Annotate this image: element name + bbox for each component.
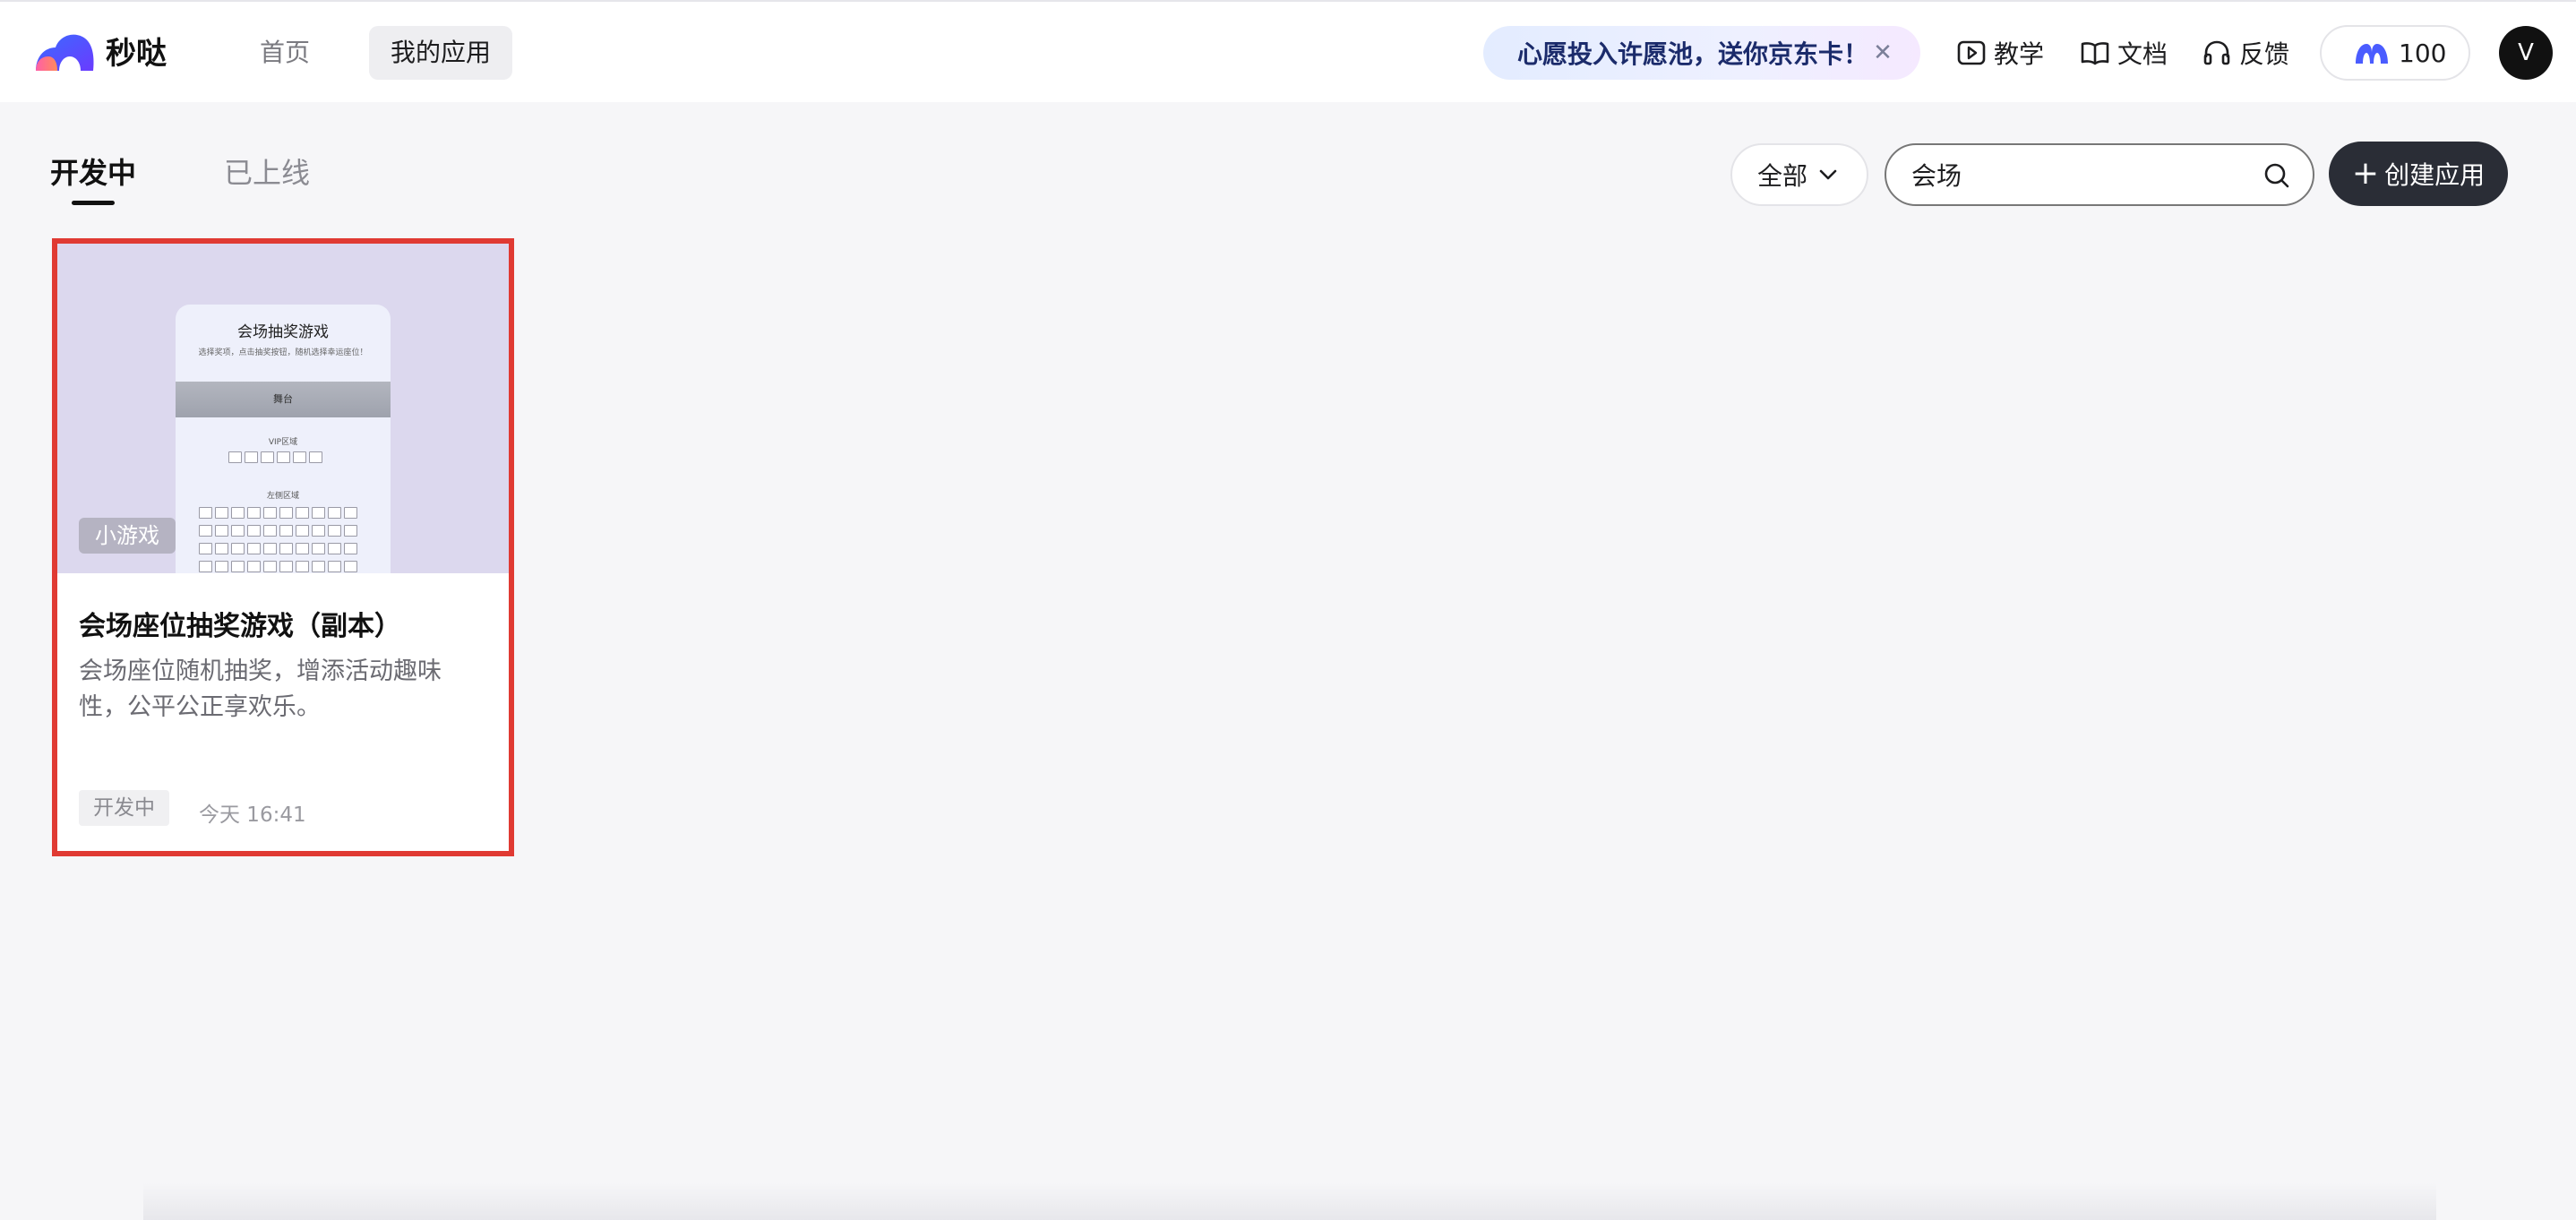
seat <box>247 525 261 537</box>
app-thumbnail: 会场抽奖游戏 选择奖项，点击抽奖按钮，随机选择幸运座位！ 舞台 VIP区域 左侧… <box>57 244 509 573</box>
tab-online[interactable]: 已上线 <box>224 150 310 192</box>
updated-time: 今天 16:41 <box>199 803 306 827</box>
preview-seat-row <box>199 543 357 554</box>
preview-seat-row <box>199 561 357 572</box>
seat <box>263 543 277 554</box>
seat <box>247 507 261 519</box>
nav-home[interactable]: 首页 <box>238 26 331 80</box>
seat <box>231 561 245 572</box>
search-box <box>1885 143 2314 206</box>
create-app-button[interactable]: + 创建应用 <box>2329 142 2508 206</box>
preview-vip-seats <box>228 451 322 463</box>
seat <box>309 451 322 463</box>
seat <box>263 507 277 519</box>
seat <box>231 525 245 537</box>
seat <box>231 543 245 554</box>
seat <box>296 525 309 537</box>
seat <box>344 525 357 537</box>
seat <box>344 543 357 554</box>
app-name: 秒哒 <box>106 36 167 72</box>
status-badge: 开发中 <box>79 790 169 826</box>
feedback-link[interactable]: 反馈 <box>2202 32 2289 73</box>
promo-banner[interactable]: 心愿投入许愿池，送你京东卡！ ✕ <box>1483 26 1920 80</box>
play-video-icon <box>1957 40 1986 65</box>
seat <box>199 507 212 519</box>
headphones-icon <box>2203 40 2230 65</box>
search-icon[interactable] <box>2263 161 2291 190</box>
category-badge: 小游戏 <box>79 518 176 554</box>
tutorial-link[interactable]: 教学 <box>1956 32 2044 73</box>
filter-selected-value: 全部 <box>1757 161 1808 191</box>
preview-zone-left: 左侧区域 <box>266 492 299 501</box>
app-card[interactable]: 会场抽奖游戏 选择奖项，点击抽奖按钮，随机选择幸运座位！ 舞台 VIP区域 左侧… <box>52 238 514 856</box>
seat <box>215 543 228 554</box>
seat <box>215 507 228 519</box>
nav-my-apps[interactable]: 我的应用 <box>369 26 513 80</box>
seat <box>328 561 341 572</box>
docs-label: 文档 <box>2117 39 2168 69</box>
tutorial-label: 教学 <box>1994 39 2045 69</box>
preview-title: 会场抽奖游戏 <box>237 323 329 341</box>
seat <box>344 507 357 519</box>
seat <box>231 507 245 519</box>
seat <box>312 543 325 554</box>
credits-balance[interactable]: 100 <box>2320 25 2470 81</box>
seat <box>277 451 290 463</box>
seat <box>312 507 325 519</box>
docs-link[interactable]: 文档 <box>2080 32 2168 73</box>
seat <box>279 525 293 537</box>
promo-text: 心愿投入许愿池，送你京东卡！ <box>1517 39 1869 69</box>
tab-developing[interactable]: 开发中 <box>50 150 136 192</box>
seat <box>328 543 341 554</box>
user-avatar[interactable]: V <box>2499 26 2553 80</box>
preview-seat-row <box>199 525 357 537</box>
seat <box>263 525 277 537</box>
app-title: 会场座位抽奖游戏（副本） <box>79 611 401 642</box>
active-tab-indicator <box>72 201 115 205</box>
seat <box>296 543 309 554</box>
seat <box>261 451 274 463</box>
app-description: 会场座位随机抽奖，增添活动趣味性，公平公正享欢乐。 <box>79 657 442 721</box>
seat <box>344 561 357 572</box>
seat <box>328 507 341 519</box>
seat <box>279 561 293 572</box>
plus-icon: + <box>2351 155 2380 192</box>
preview-stage: 舞台 <box>176 382 391 417</box>
close-icon[interactable]: ✕ <box>1868 39 1897 67</box>
seat <box>296 561 309 572</box>
credits-value: 100 <box>2399 38 2447 68</box>
seat <box>312 561 325 572</box>
seat <box>279 543 293 554</box>
seat <box>279 507 293 519</box>
preview-zone-vip: VIP区域 <box>268 438 298 447</box>
chevron-down-icon <box>1819 169 1837 180</box>
seat <box>296 507 309 519</box>
seat <box>215 525 228 537</box>
seat <box>293 451 306 463</box>
cloud-logo-icon <box>36 34 94 71</box>
seat <box>263 561 277 572</box>
search-input[interactable] <box>1911 156 2252 193</box>
feedback-label: 反馈 <box>2239 39 2290 69</box>
book-icon <box>2081 42 2109 65</box>
preview-phone-mockup: 会场抽奖游戏 选择奖项，点击抽奖按钮，随机选择幸运座位！ 舞台 VIP区域 左侧… <box>176 305 391 573</box>
seat <box>312 525 325 537</box>
seat <box>199 543 212 554</box>
seat <box>247 543 261 554</box>
app-logo[interactable]: 秒哒 <box>32 29 167 73</box>
create-app-label: 创建应用 <box>2384 160 2486 190</box>
preview-seat-row <box>199 507 357 519</box>
seat <box>215 561 228 572</box>
preview-subtitle: 选择奖项，点击抽奖按钮，随机选择幸运座位！ <box>198 348 368 357</box>
seat <box>245 451 258 463</box>
seat <box>199 561 212 572</box>
category-filter-select[interactable]: 全部 <box>1730 143 1868 206</box>
credits-logo-icon <box>2356 44 2388 64</box>
top-header: 秒哒 首页 我的应用 心愿投入许愿池，送你京东卡！ ✕ 教学 文档 反馈 100… <box>0 0 2576 102</box>
seat <box>228 451 242 463</box>
bottom-shadow <box>143 1182 2436 1220</box>
seat <box>328 525 341 537</box>
seat <box>199 525 212 537</box>
seat <box>247 561 261 572</box>
